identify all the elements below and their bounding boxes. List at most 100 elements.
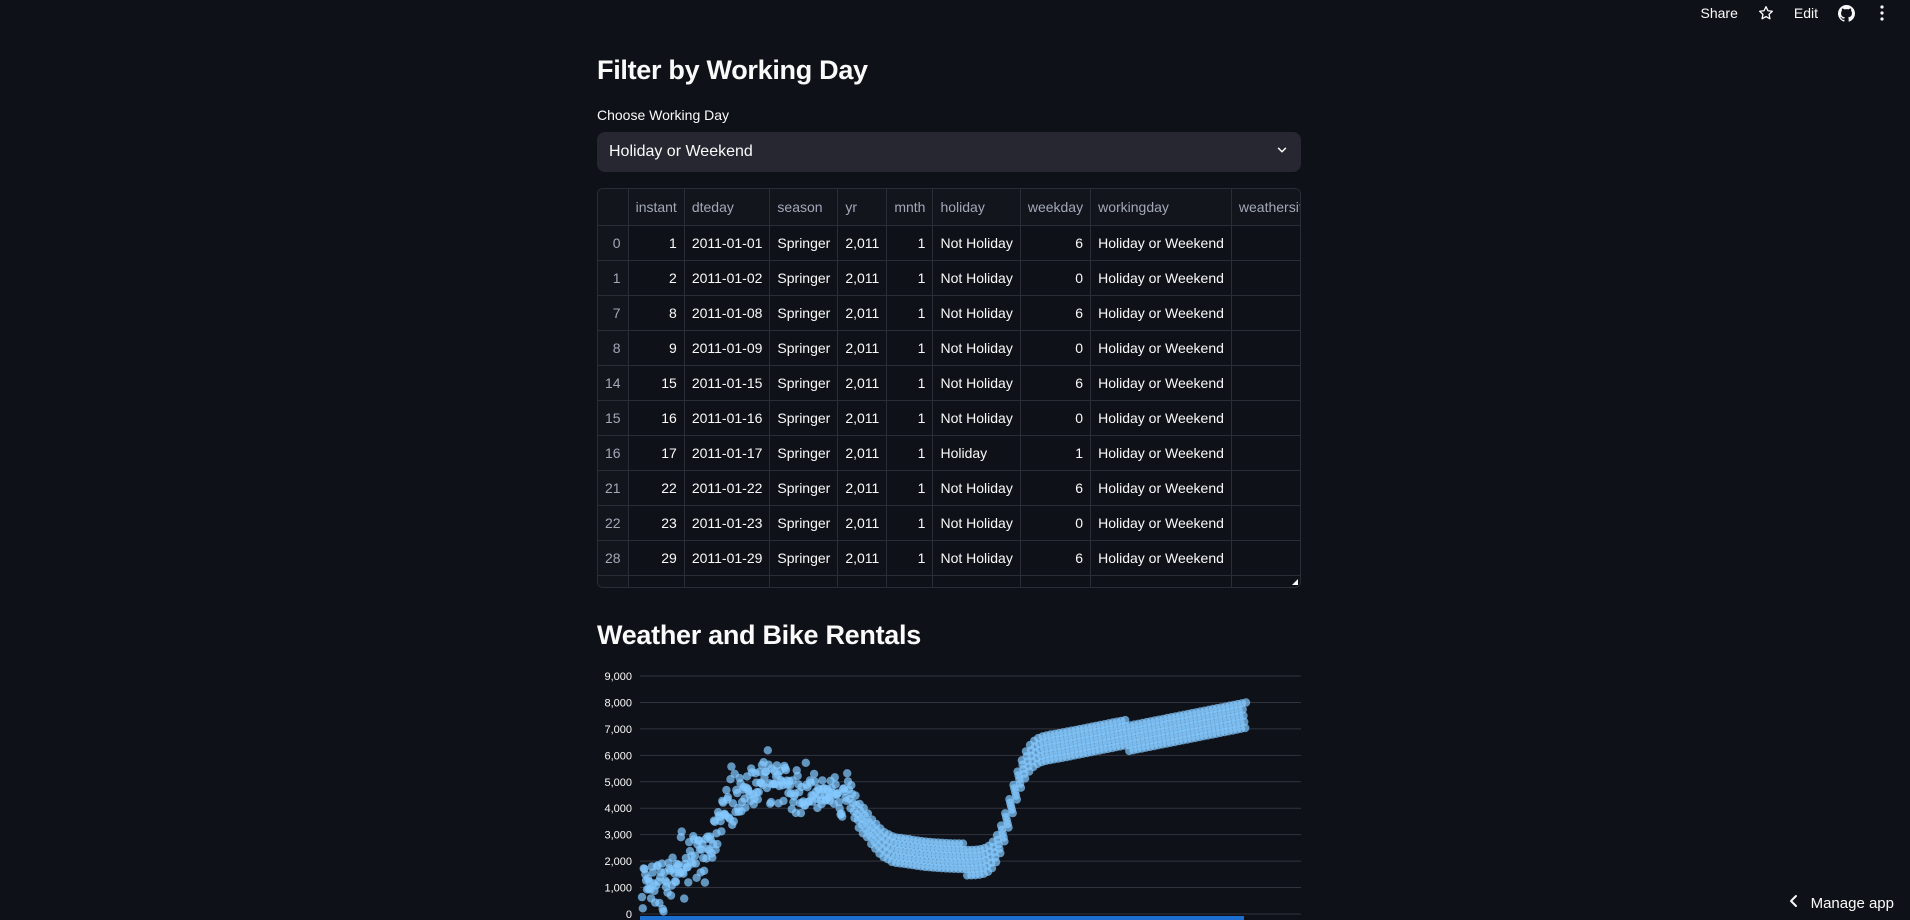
- table-cell[interactable]: [628, 575, 685, 587]
- table-row[interactable]: [598, 575, 1300, 587]
- table-cell[interactable]: Holiday or Weekend: [1090, 540, 1232, 576]
- table-cell[interactable]: 0: [1020, 260, 1092, 296]
- star-icon[interactable]: [1748, 0, 1784, 26]
- table-cell[interactable]: Holiday or Weekend: [1090, 295, 1232, 331]
- table-cell[interactable]: 8: [628, 295, 685, 331]
- table-cell[interactable]: [1090, 575, 1232, 587]
- column-header-season[interactable]: season: [769, 189, 839, 226]
- table-cell[interactable]: Springer: [769, 260, 839, 296]
- row-index-cell[interactable]: 22: [598, 505, 629, 541]
- table-cell[interactable]: 2,011: [837, 400, 888, 436]
- table-cell[interactable]: Springer: [769, 365, 839, 401]
- table-cell[interactable]: [1231, 470, 1300, 506]
- table-cell[interactable]: Holiday: [932, 435, 1021, 471]
- table-cell[interactable]: Springer: [769, 435, 839, 471]
- table-cell[interactable]: Springer: [769, 400, 839, 436]
- table-cell[interactable]: [684, 575, 771, 587]
- table-cell[interactable]: 1: [886, 365, 934, 401]
- table-cell[interactable]: [1231, 295, 1300, 331]
- table-row[interactable]: 7 8 2011-01-08 Springer 2,011 1 Not Holiday 6 Ho…: [598, 295, 1300, 331]
- table-cell[interactable]: 2,011: [837, 295, 888, 331]
- table-cell[interactable]: [769, 575, 839, 587]
- table-cell[interactable]: Springer: [769, 505, 839, 541]
- table-cell[interactable]: 2011-01-15: [684, 365, 771, 401]
- table-cell[interactable]: 2011-01-17: [684, 435, 771, 471]
- row-index-cell[interactable]: 28: [598, 540, 629, 576]
- table-cell[interactable]: 1: [886, 225, 934, 261]
- row-index-cell[interactable]: 1: [598, 260, 629, 296]
- column-header-dteday[interactable]: dteday: [684, 189, 771, 226]
- table-row[interactable]: 21 22 2011-01-22 Springer 2,011 1 Not Holiday 6…: [598, 470, 1300, 506]
- table-cell[interactable]: Springer: [769, 470, 839, 506]
- table-cell[interactable]: Holiday or Weekend: [1090, 470, 1232, 506]
- table-cell[interactable]: Not Holiday: [932, 260, 1021, 296]
- table-cell[interactable]: [1020, 575, 1092, 587]
- table-cell[interactable]: Holiday or Weekend: [1090, 365, 1232, 401]
- table-cell[interactable]: [1231, 365, 1300, 401]
- table-cell[interactable]: Not Holiday: [932, 470, 1021, 506]
- table-cell[interactable]: 2: [628, 260, 685, 296]
- table-row[interactable]: 1 2 2011-01-02 Springer 2,011 1 Not Holiday 0 Ho…: [598, 260, 1300, 296]
- table-cell[interactable]: 2,011: [837, 225, 888, 261]
- table-cell[interactable]: 1: [886, 435, 934, 471]
- table-cell[interactable]: 1: [886, 400, 934, 436]
- row-index-cell[interactable]: 8: [598, 330, 629, 366]
- table-cell[interactable]: Not Holiday: [932, 330, 1021, 366]
- table-cell[interactable]: Not Holiday: [932, 505, 1021, 541]
- table-cell[interactable]: [1231, 400, 1300, 436]
- table-cell[interactable]: 2011-01-08: [684, 295, 771, 331]
- table-cell[interactable]: [837, 575, 888, 587]
- table-cell[interactable]: [1231, 505, 1300, 541]
- table-cell[interactable]: 2,011: [837, 505, 888, 541]
- row-index-cell[interactable]: 7: [598, 295, 629, 331]
- column-header-yr[interactable]: yr: [837, 189, 888, 226]
- table-row[interactable]: 8 9 2011-01-09 Springer 2,011 1 Not Holiday 0 Ho…: [598, 330, 1300, 366]
- row-index-cell[interactable]: 14: [598, 365, 629, 401]
- table-cell[interactable]: 6: [1020, 295, 1092, 331]
- table-resize-handle[interactable]: [1292, 579, 1298, 585]
- table-cell[interactable]: Springer: [769, 225, 839, 261]
- table-cell[interactable]: 1: [886, 260, 934, 296]
- github-icon[interactable]: [1828, 0, 1864, 26]
- table-cell[interactable]: 2011-01-22: [684, 470, 771, 506]
- table-cell[interactable]: 6: [1020, 470, 1092, 506]
- table-cell[interactable]: 1: [886, 505, 934, 541]
- table-cell[interactable]: Holiday or Weekend: [1090, 330, 1232, 366]
- row-index-cell[interactable]: 21: [598, 470, 629, 506]
- table-cell[interactable]: 2,011: [837, 330, 888, 366]
- table-cell[interactable]: 6: [1020, 225, 1092, 261]
- table-cell[interactable]: 2011-01-09: [684, 330, 771, 366]
- table-cell[interactable]: 2,011: [837, 540, 888, 576]
- column-header-weathersit[interactable]: weathersit: [1231, 189, 1300, 226]
- table-cell[interactable]: 2011-01-23: [684, 505, 771, 541]
- table-row[interactable]: 28 29 2011-01-29 Springer 2,011 1 Not Holiday 6…: [598, 540, 1300, 576]
- table-cell[interactable]: Holiday or Weekend: [1090, 225, 1232, 261]
- table-cell[interactable]: 0: [1020, 400, 1092, 436]
- table-cell[interactable]: 2011-01-02: [684, 260, 771, 296]
- table-cell[interactable]: Not Holiday: [932, 365, 1021, 401]
- table-cell[interactable]: Not Holiday: [932, 400, 1021, 436]
- table-cell[interactable]: Not Holiday: [932, 295, 1021, 331]
- table-cell[interactable]: [1231, 575, 1300, 587]
- table-cell[interactable]: [598, 575, 629, 587]
- table-cell[interactable]: 1: [628, 225, 685, 261]
- column-header-mnth[interactable]: mnth: [886, 189, 934, 226]
- table-cell[interactable]: 2,011: [837, 260, 888, 296]
- table-cell[interactable]: Holiday or Weekend: [1090, 505, 1232, 541]
- table-cell[interactable]: 1: [886, 540, 934, 576]
- table-cell[interactable]: Not Holiday: [932, 540, 1021, 576]
- table-cell[interactable]: 2011-01-29: [684, 540, 771, 576]
- table-cell[interactable]: [1231, 540, 1300, 576]
- column-header-workingday[interactable]: workingday: [1090, 189, 1232, 226]
- table-cell[interactable]: 2011-01-01: [684, 225, 771, 261]
- table-cell[interactable]: Holiday or Weekend: [1090, 400, 1232, 436]
- table-cell[interactable]: 2011-01-16: [684, 400, 771, 436]
- column-header-index[interactable]: [598, 189, 629, 226]
- table-row[interactable]: 14 15 2011-01-15 Springer 2,011 1 Not Holiday 6…: [598, 365, 1300, 401]
- table-cell[interactable]: Holiday or Weekend: [1090, 435, 1232, 471]
- table-row[interactable]: 22 23 2011-01-23 Springer 2,011 1 Not Holiday 0…: [598, 505, 1300, 541]
- table-cell[interactable]: 16: [628, 400, 685, 436]
- share-button[interactable]: Share: [1691, 0, 1748, 26]
- table-cell[interactable]: 6: [1020, 540, 1092, 576]
- table-cell[interactable]: [1231, 330, 1300, 366]
